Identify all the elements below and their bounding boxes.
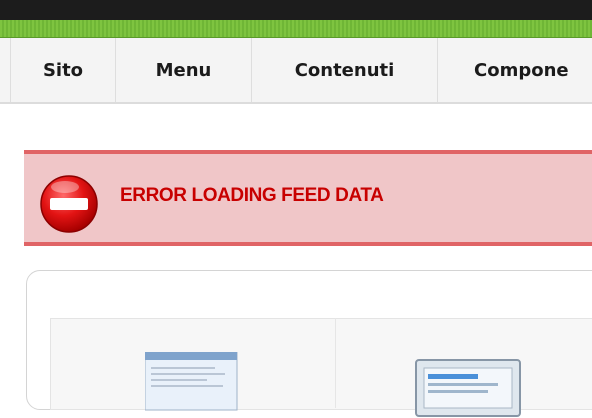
- no-entry-icon: [40, 175, 98, 233]
- menu-item-sito[interactable]: Sito: [10, 38, 116, 102]
- menu-item-label: Sito: [42, 59, 84, 81]
- error-message-text: ERROR LOADING FEED DATA: [120, 185, 384, 206]
- top-header-bar: [0, 0, 592, 20]
- error-message-banner: ERROR LOADING FEED DATA: [24, 150, 592, 246]
- menu-item-label: Compone: [474, 59, 569, 81]
- menu-item-menu[interactable]: Menu: [116, 38, 252, 102]
- menu-item-label: Contenuti: [294, 59, 395, 81]
- menu-item-componenti[interactable]: Compone: [438, 38, 592, 102]
- header-accent-stripe: [0, 20, 592, 38]
- window-tile[interactable]: [335, 318, 592, 417]
- main-menu-bar: Sito Menu Contenuti Compone: [0, 38, 592, 104]
- article-manager-tile[interactable]: [50, 318, 336, 411]
- menu-item-contenuti[interactable]: Contenuti: [252, 38, 438, 102]
- article-manager-icon: [145, 352, 238, 411]
- window-icon: [415, 359, 521, 417]
- menu-item-label: Menu: [155, 59, 212, 81]
